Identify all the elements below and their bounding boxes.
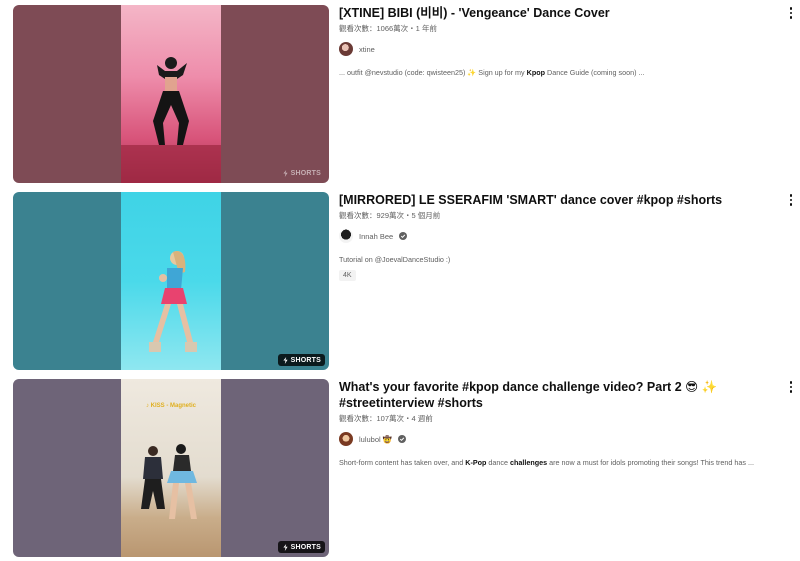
thumbnail-frame xyxy=(121,192,221,370)
video-description: ... outfit @nevstudio (code: qwisteen25)… xyxy=(339,68,779,77)
shorts-label: SHORTS xyxy=(290,170,321,177)
desc-text: Dance Guide (coming soon) ... xyxy=(545,68,645,77)
desc-highlight: challenges xyxy=(510,458,548,467)
video-thumbnail[interactable]: SHORTS xyxy=(13,192,329,370)
desc-highlight: Kpop xyxy=(526,68,546,77)
more-actions-icon[interactable] xyxy=(786,192,796,208)
video-thumbnail[interactable]: ♪ KISS - Magnetic SHORTS xyxy=(13,379,329,557)
verified-icon xyxy=(398,435,407,443)
channel-avatar[interactable] xyxy=(339,432,353,446)
video-meta: 觀看次數：1066萬次・1 年前 xyxy=(339,24,437,33)
dancer-figure xyxy=(121,57,221,183)
video-info: [XTINE] BIBI (비비) - 'Vengeance' Dance Co… xyxy=(339,5,779,77)
shorts-icon xyxy=(283,170,288,177)
video-title[interactable]: [MIRRORED] LE SSERAFIM 'SMART' dance cov… xyxy=(339,192,779,208)
video-info: [MIRRORED] LE SSERAFIM 'SMART' dance cov… xyxy=(339,192,779,282)
video-title[interactable]: [XTINE] BIBI (비비) - 'Vengeance' Dance Co… xyxy=(339,5,779,21)
video-result[interactable]: ♪ KISS - Magnetic SHORTS What's your fav… xyxy=(13,379,800,557)
channel-name[interactable]: Innah Bee xyxy=(359,232,393,241)
shorts-icon xyxy=(283,544,288,551)
channel-row[interactable]: lulubol 🤠 xyxy=(339,432,779,446)
channel-avatar[interactable] xyxy=(339,42,353,56)
channel-name[interactable]: xtine xyxy=(359,45,375,54)
thumbnail-frame xyxy=(121,5,221,183)
video-meta: 觀看次數：929萬次・5 個月前 xyxy=(339,211,441,220)
channel-row[interactable]: Innah Bee xyxy=(339,229,779,243)
video-result[interactable]: SHORTS [XTINE] BIBI (비비) - 'Vengeance' D… xyxy=(13,5,800,183)
video-thumbnail[interactable]: SHORTS xyxy=(13,5,329,183)
shorts-label: SHORTS xyxy=(290,544,321,551)
video-description: Tutorial on @JoevalDanceStudio :) xyxy=(339,255,779,264)
thumbnail-blur-left xyxy=(13,192,121,370)
video-meta: 觀看次數：107萬次・4 週前 xyxy=(339,414,433,423)
verified-icon xyxy=(399,232,408,240)
desc-text: Tutorial on @JoevalDanceStudio :) xyxy=(339,255,451,264)
desc-highlight: K-Pop xyxy=(465,458,487,467)
song-overlay-text: ♪ KISS - Magnetic xyxy=(145,403,196,409)
thumbnail-blur-left xyxy=(13,379,121,557)
quality-chip: 4K xyxy=(339,270,356,281)
channel-avatar[interactable] xyxy=(339,229,353,243)
desc-text: Short-form content has taken over, and xyxy=(339,458,466,467)
video-info: What's your favorite #kpop dance challen… xyxy=(339,379,779,467)
video-result[interactable]: SHORTS [MIRRORED] LE SSERAFIM 'SMART' da… xyxy=(13,192,800,370)
thumbnail-blur-right xyxy=(221,5,329,183)
desc-text: dance xyxy=(486,458,511,467)
shorts-label: SHORTS xyxy=(290,357,321,364)
thumbnail-blur-left xyxy=(13,5,121,183)
channel-row[interactable]: xtine xyxy=(339,42,779,56)
desc-text: are now a must for idols promoting their… xyxy=(547,458,754,467)
shorts-badge: SHORTS xyxy=(277,541,325,553)
thumbnail-frame: ♪ KISS - Magnetic xyxy=(121,379,221,557)
thumbnail-blur-right xyxy=(221,379,329,557)
shorts-icon xyxy=(283,357,288,364)
channel-name[interactable]: lulubol 🤠 xyxy=(359,435,392,444)
desc-text: ... outfit @nevstudio (code: qwisteen25)… xyxy=(339,68,527,77)
shorts-badge: SHORTS xyxy=(277,354,325,366)
dancer-figure xyxy=(149,250,197,352)
thumbnail-blur-right xyxy=(221,192,329,370)
video-title[interactable]: What's your favorite #kpop dance challen… xyxy=(339,379,779,411)
more-actions-icon[interactable] xyxy=(786,379,796,395)
shorts-badge: SHORTS xyxy=(278,167,325,179)
more-actions-icon[interactable] xyxy=(786,5,796,21)
video-description: Short-form content has taken over, and K… xyxy=(339,458,779,467)
